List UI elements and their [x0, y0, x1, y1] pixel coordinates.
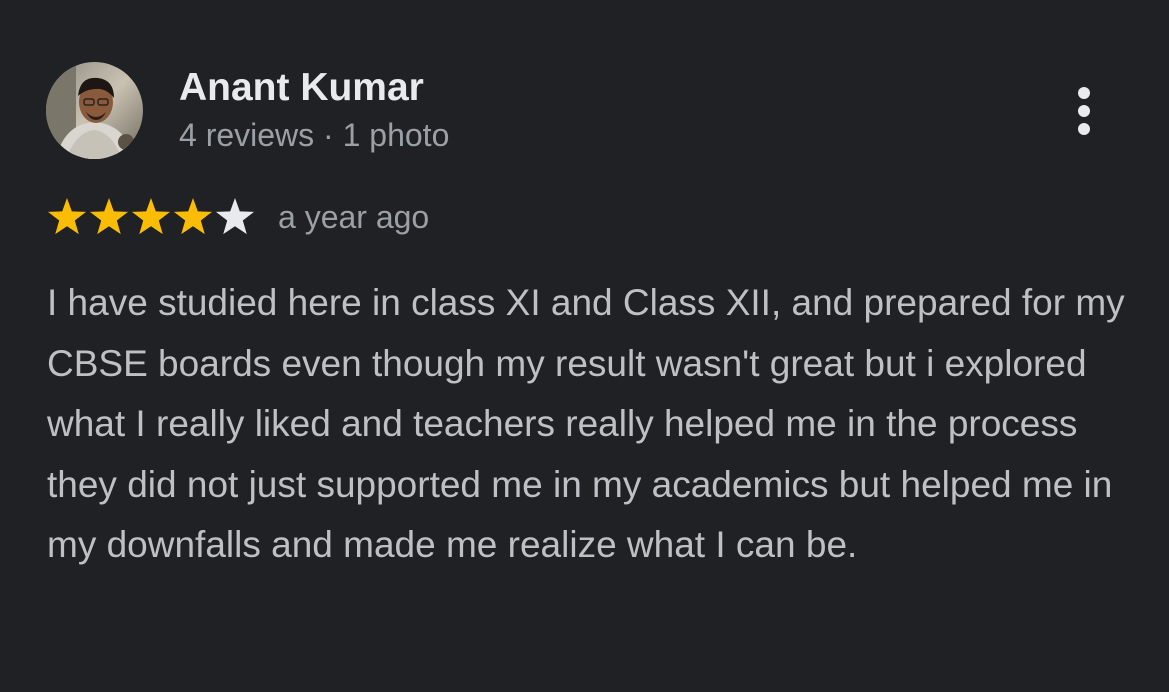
star-filled-icon: [89, 198, 129, 235]
review-card: Anant Kumar 4 reviews · 1 photo a year a…: [0, 0, 1169, 692]
review-text: I have studied here in class XI and Clas…: [47, 282, 1125, 565]
rating-row: a year ago: [46, 194, 429, 240]
star-empty-icon: [215, 198, 255, 235]
star-rating: [46, 196, 256, 238]
more-options-button[interactable]: [1066, 82, 1102, 142]
author-meta: 4 reviews · 1 photo: [179, 117, 450, 153]
star-filled-icon: [47, 198, 87, 235]
avatar-photo: [46, 62, 143, 159]
author-name[interactable]: Anant Kumar: [179, 64, 424, 112]
star-filled-icon: [131, 198, 171, 235]
star-filled-icon: [173, 198, 213, 235]
review-date: a year ago: [278, 199, 430, 235]
more-vertical-icon: [1078, 87, 1090, 135]
avatar[interactable]: [46, 62, 143, 159]
